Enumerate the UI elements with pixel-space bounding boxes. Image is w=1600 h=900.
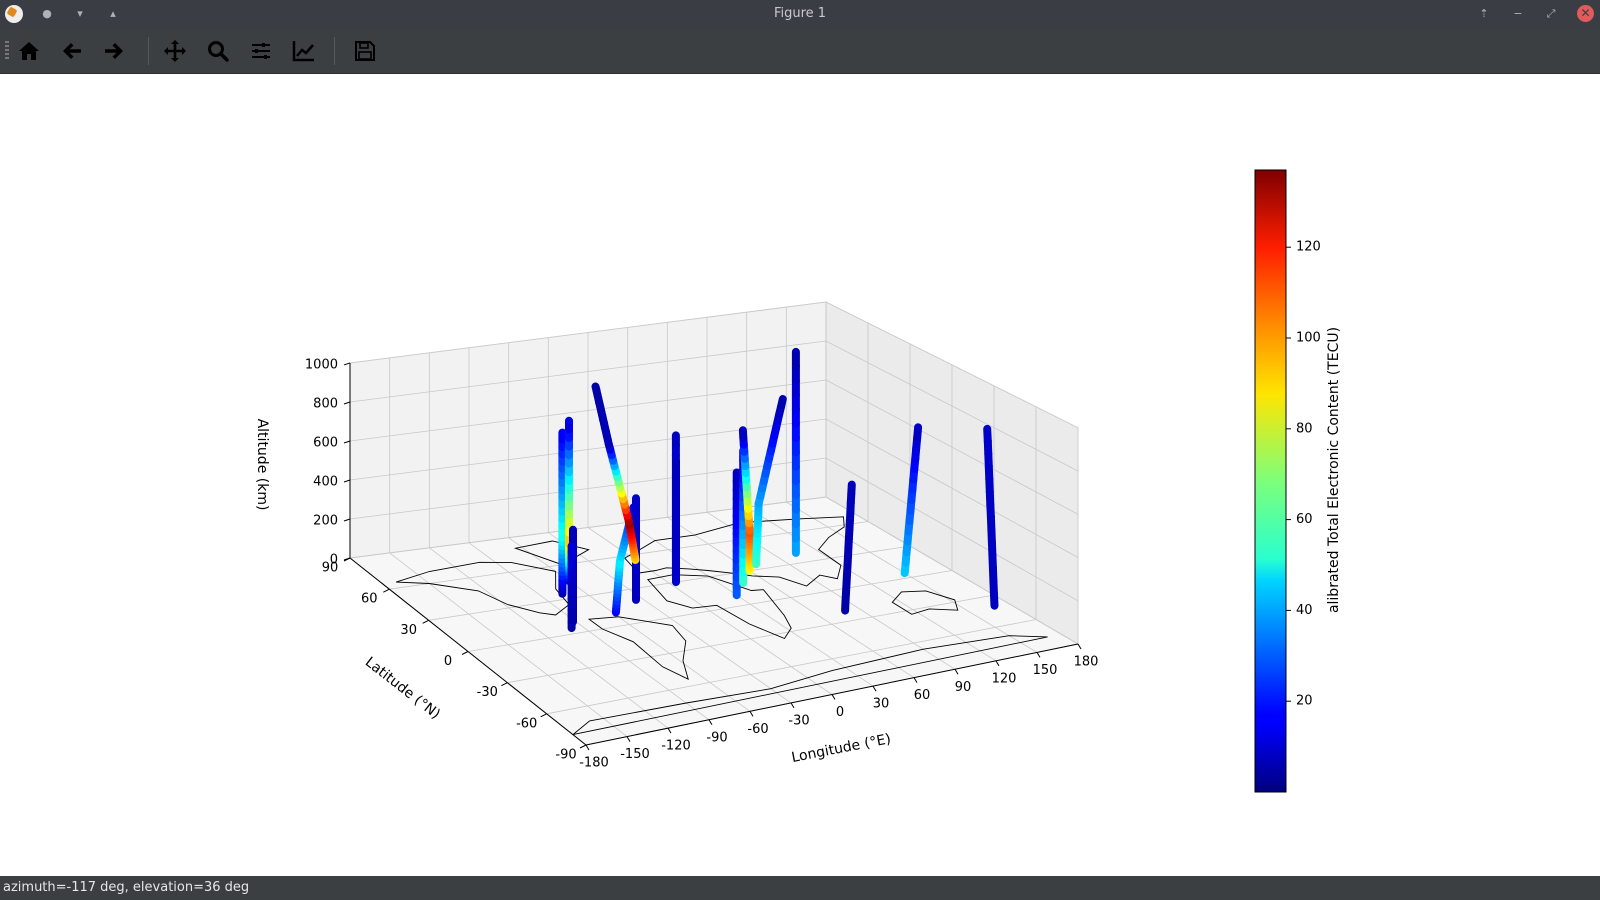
y-tick xyxy=(461,651,469,655)
y-axis-label: Latitude (°N) xyxy=(362,654,443,722)
x-tick xyxy=(585,744,590,751)
colorbar-ticks: 20 40 60 80 100 120 xyxy=(1286,240,1321,709)
y-tick xyxy=(579,744,587,749)
x-tick xyxy=(872,685,877,692)
z-tick-label: 800 xyxy=(313,397,338,412)
figure-canvas[interactable]: -180 -150 -120 -90 -60 -30 0 30 60 90 120 150 180 -90… xyxy=(0,74,1600,876)
x-tick-label: 30 xyxy=(873,697,890,712)
forward-arrow-icon xyxy=(105,43,123,59)
back-button[interactable] xyxy=(56,35,88,67)
x-tick-label: 0 xyxy=(836,705,844,720)
y-tick-label: -90 xyxy=(555,748,576,763)
z-tick xyxy=(343,518,351,522)
y-tick xyxy=(422,619,429,624)
navigation-toolbar xyxy=(0,27,1600,74)
z-tick xyxy=(343,440,351,444)
colorbar-tick-label: 100 xyxy=(1296,331,1321,346)
y-tick xyxy=(383,588,390,593)
x-tick-label: 60 xyxy=(914,688,931,703)
status-text: azimuth=-117 deg, elevation=36 deg xyxy=(3,880,250,895)
z-tick xyxy=(343,401,351,405)
x-tick-label: -90 xyxy=(706,730,727,745)
x-tick xyxy=(1036,652,1041,658)
x-tick xyxy=(708,719,713,726)
y-tick-label: -60 xyxy=(516,716,537,731)
toolbar-grip-handle[interactable] xyxy=(5,41,9,59)
save-button[interactable] xyxy=(349,35,381,67)
tec-trace-segment xyxy=(847,480,856,498)
home-icon xyxy=(19,42,39,60)
subplots-button[interactable] xyxy=(245,35,277,67)
colorbar-tick-label: 60 xyxy=(1296,512,1313,527)
pan-icon xyxy=(164,40,186,62)
colorbar: 20 40 60 80 100 120 alibrated Total Electroni… xyxy=(1254,169,1342,793)
x-tick-label: -120 xyxy=(661,739,691,754)
colorbar-gradient xyxy=(1254,169,1287,793)
z-axis-label: Altitude (km) xyxy=(254,419,270,511)
window-restore-button[interactable]: ⤢ xyxy=(1541,0,1561,27)
colorbar-tick-label: 40 xyxy=(1296,603,1313,618)
x-tick-label: 120 xyxy=(992,671,1017,686)
customize-button[interactable] xyxy=(288,35,320,67)
save-icon xyxy=(355,41,375,61)
z-tick-label: 1000 xyxy=(305,358,338,373)
home-button[interactable] xyxy=(13,35,45,67)
tec-trace-segment xyxy=(913,423,923,442)
x-tick-label: -180 xyxy=(579,756,609,771)
y-tick-label: -30 xyxy=(477,685,498,700)
z-tick xyxy=(343,479,351,483)
axis-panes xyxy=(348,301,1080,746)
y-tick xyxy=(540,713,547,718)
colorbar-tick-label: 80 xyxy=(1296,421,1313,436)
x-axis-label: Longitude (°E) xyxy=(790,731,892,766)
colorbar-tick-label: 20 xyxy=(1296,694,1313,709)
subplots-icon xyxy=(252,43,270,59)
zoom-button[interactable] xyxy=(202,35,234,67)
x-tick-label: 150 xyxy=(1033,663,1058,678)
colorbar-tick-label: 120 xyxy=(1296,240,1321,255)
x-tick-label: 180 xyxy=(1074,655,1099,670)
forward-button[interactable] xyxy=(98,35,130,67)
x-tick-label: -30 xyxy=(788,713,809,728)
x-tick xyxy=(831,694,836,700)
z-tick-label: 200 xyxy=(313,514,338,529)
y-tick xyxy=(501,682,508,687)
status-bar: azimuth=-117 deg, elevation=36 deg xyxy=(0,876,1600,900)
toolbar-separator xyxy=(148,37,149,65)
back-arrow-icon xyxy=(63,43,81,59)
zoom-icon xyxy=(208,41,229,62)
pan-button[interactable] xyxy=(159,35,191,67)
tec-trace-segment xyxy=(777,395,787,411)
x-tick xyxy=(913,677,918,683)
toolbar-separator xyxy=(334,37,335,65)
x-tick xyxy=(626,736,631,742)
z-tick-label: 0 xyxy=(330,553,338,568)
y-tick-label: 0 xyxy=(444,654,452,669)
y-tick-label: 60 xyxy=(361,592,378,607)
window-titlebar: ● ▾ ▴ Figure 1 ⇡ − ⤢ ✕ xyxy=(0,0,1600,27)
x-tick-label: -150 xyxy=(620,747,650,762)
x-tick xyxy=(790,702,795,709)
window-minimize-button[interactable]: − xyxy=(1508,0,1528,27)
window-pin-button[interactable]: ⇡ xyxy=(1474,0,1494,27)
customize-icon xyxy=(292,41,314,62)
3d-plot[interactable]: -180 -150 -120 -90 -60 -30 0 30 60 90 120 150 180 -90… xyxy=(0,74,1600,876)
y-tick-label: 30 xyxy=(400,623,417,638)
z-tick-label: 400 xyxy=(313,475,338,490)
x-tick xyxy=(1077,643,1082,650)
z-tick-label: 600 xyxy=(313,436,338,451)
tec-trace-segment xyxy=(591,382,601,395)
x-tick xyxy=(749,711,754,717)
window-close-button[interactable]: ✕ xyxy=(1577,5,1594,22)
x-tick xyxy=(995,660,1000,667)
colorbar-label: alibrated Total Electronic Content (TECU… xyxy=(1326,327,1342,613)
z-tick xyxy=(343,362,351,366)
x-tick xyxy=(954,668,959,675)
x-tick xyxy=(667,727,672,734)
tec-trace-segment xyxy=(983,424,992,446)
window-title: Figure 1 xyxy=(773,6,827,21)
x-tick-label: -60 xyxy=(747,722,768,737)
x-tick-label: 90 xyxy=(955,680,972,695)
